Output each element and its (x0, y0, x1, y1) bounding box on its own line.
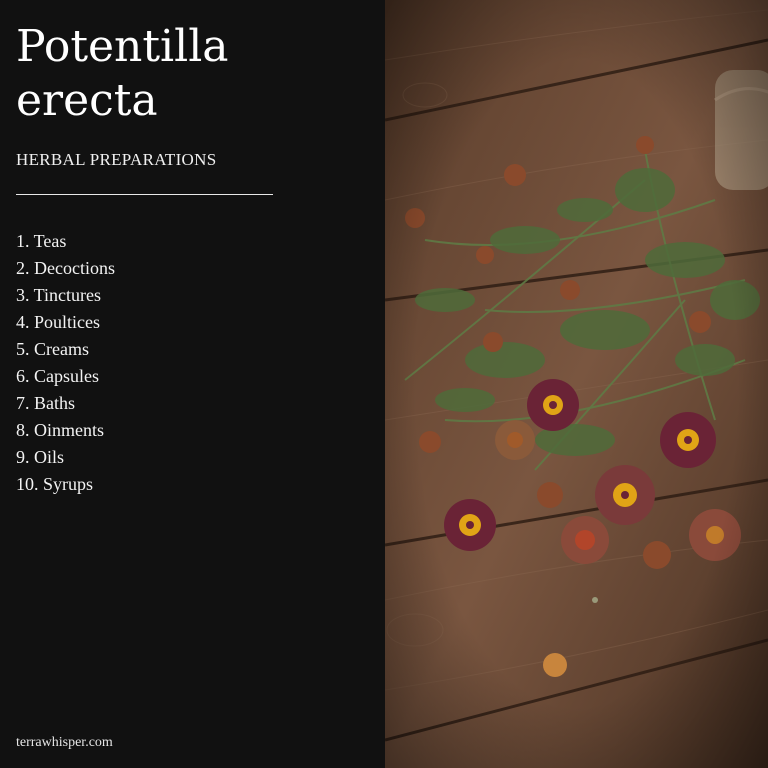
list-item: 2. Decoctions (16, 258, 115, 278)
title-line-1: Potentilla (16, 21, 229, 72)
divider (16, 194, 273, 195)
preparations-list: 1. Teas 2. Decoctions 3. Tinctures 4. Po… (16, 228, 115, 498)
list-item: 1. Teas (16, 231, 67, 251)
list-item: 8. Oinments (16, 420, 104, 440)
list-item: 5. Creams (16, 339, 89, 359)
page-title: Potentilla erecta (16, 20, 229, 128)
herb-illustration (385, 0, 768, 768)
list-item: 4. Poultices (16, 312, 100, 332)
list-item: 7. Baths (16, 393, 76, 413)
subtitle: HERBAL PREPARATIONS (16, 150, 217, 169)
list-item: 9. Oils (16, 447, 65, 467)
title-line-2: erecta (16, 75, 158, 126)
list-item: 6. Capsules (16, 366, 99, 386)
herb-photo (385, 0, 768, 768)
page: Potentilla erecta HERBAL PREPARATIONS 1.… (0, 0, 768, 768)
list-item: 10. Syrups (16, 474, 94, 494)
footer-website: terrawhisper.com (16, 735, 113, 750)
info-panel: Potentilla erecta HERBAL PREPARATIONS 1.… (0, 0, 385, 768)
list-item: 3. Tinctures (16, 285, 102, 305)
